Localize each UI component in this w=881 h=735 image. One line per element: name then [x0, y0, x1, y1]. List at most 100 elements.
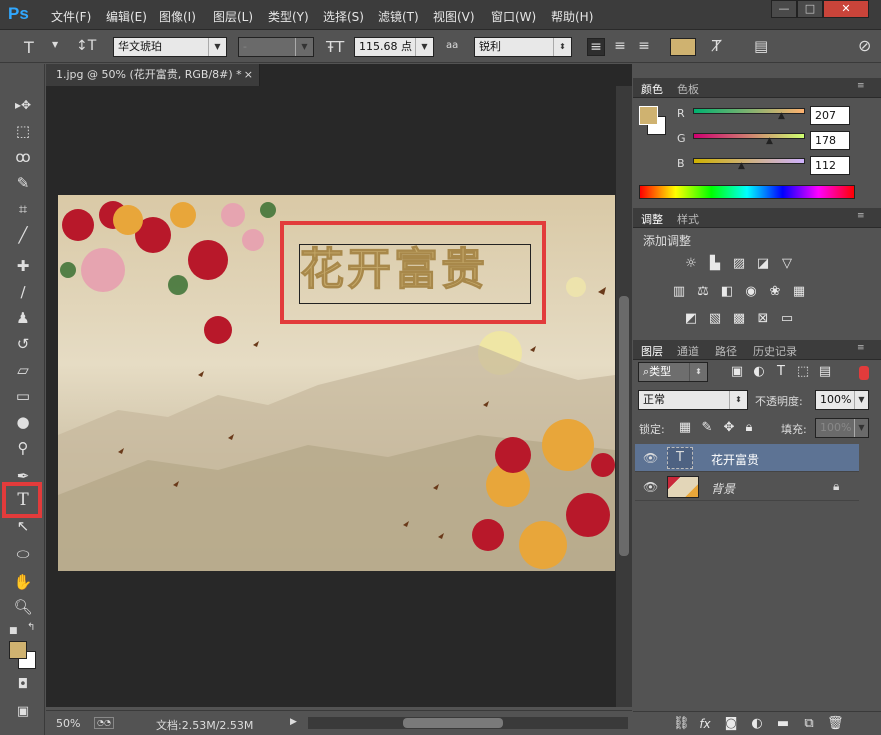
- r-value[interactable]: 207: [810, 106, 850, 125]
- exposure-icon[interactable]: ◪: [755, 257, 771, 271]
- filter-adjustment-icon[interactable]: ◐: [751, 365, 767, 379]
- gradient-map-icon[interactable]: ▭: [779, 312, 795, 326]
- font-family-select[interactable]: 华文琥珀 ▼: [113, 37, 227, 57]
- r-slider[interactable]: [693, 108, 805, 114]
- blend-mode-select[interactable]: 正常 ⬍: [638, 390, 748, 410]
- warp-text-icon[interactable]: Ⱦ: [712, 37, 721, 55]
- text-orientation-icon[interactable]: ↕T: [76, 38, 96, 54]
- eyedropper-tool-icon[interactable]: ╱: [12, 225, 34, 245]
- close-window-button[interactable]: ✕: [823, 0, 869, 18]
- hue-sat-icon[interactable]: ▥: [671, 285, 687, 299]
- b-value[interactable]: 112: [810, 156, 850, 175]
- levels-icon[interactable]: ▙: [707, 257, 723, 271]
- eye-icon[interactable]: 👁︎: [643, 480, 658, 494]
- panel-menu-icon[interactable]: ≡: [857, 81, 865, 91]
- menu-layer[interactable]: 图层(L): [213, 8, 253, 25]
- text-color-swatch[interactable]: [670, 38, 696, 56]
- fill-input[interactable]: 100% ▼: [815, 418, 869, 438]
- gradient-tool-icon[interactable]: ▭: [12, 386, 34, 406]
- new-group-icon[interactable]: ▬: [775, 717, 791, 731]
- color-fg-swatch[interactable]: [639, 106, 658, 125]
- b-slider[interactable]: [693, 158, 805, 164]
- lock-all-icon[interactable]: 🔒︎: [741, 421, 757, 435]
- maximize-button[interactable]: □: [797, 0, 823, 18]
- panel-menu-icon[interactable]: ≡: [857, 211, 865, 221]
- eraser-tool-icon[interactable]: ▱: [12, 360, 34, 380]
- layer-row-text[interactable]: 👁︎ T 花开富贵: [635, 444, 859, 472]
- layer-name-text[interactable]: 花开富贵: [711, 451, 759, 468]
- photo-filter-icon[interactable]: ◉: [743, 285, 759, 299]
- tab-channels[interactable]: 通道: [677, 343, 699, 359]
- filter-type-icon[interactable]: T: [773, 365, 789, 379]
- filter-shape-icon[interactable]: ⬚: [795, 365, 811, 379]
- menu-type[interactable]: 类型(Y): [268, 8, 309, 25]
- blur-tool-icon[interactable]: ●: [12, 412, 34, 432]
- menu-filter[interactable]: 滤镜(T): [378, 8, 419, 25]
- tab-history[interactable]: 历史记录: [753, 343, 797, 359]
- tab-color[interactable]: 颜色: [641, 81, 663, 97]
- panel-menu-icon[interactable]: ≡: [857, 343, 865, 353]
- menu-edit[interactable]: 编辑(E): [106, 8, 147, 25]
- scrollbar-thumb[interactable]: [619, 296, 629, 556]
- filter-pixel-icon[interactable]: ▣: [729, 365, 745, 379]
- filter-toggle-switch[interactable]: [859, 366, 869, 380]
- tab-adjustments[interactable]: 调整: [641, 211, 663, 227]
- dodge-tool-icon[interactable]: ⚲: [12, 438, 34, 458]
- color-spectrum[interactable]: [639, 185, 855, 199]
- posterize-icon[interactable]: ▧: [707, 312, 723, 326]
- stamp-tool-icon[interactable]: ♟: [12, 308, 34, 328]
- tab-styles[interactable]: 样式: [677, 211, 699, 227]
- type-tool-preset-icon[interactable]: T: [24, 38, 34, 57]
- zoom-tool-icon[interactable]: 🔍︎: [12, 597, 34, 617]
- quick-mask-icon[interactable]: ◘: [12, 675, 34, 695]
- layer-name-background[interactable]: 背景: [711, 480, 735, 497]
- selective-color-icon[interactable]: ⊠: [755, 312, 771, 326]
- r-slider-handle[interactable]: ▲: [778, 111, 785, 121]
- menu-select[interactable]: 选择(S): [323, 8, 364, 25]
- invert-icon[interactable]: ◩: [683, 312, 699, 326]
- trash-icon[interactable]: 🗑︎: [827, 717, 844, 731]
- brush-tool-icon[interactable]: ∕: [12, 282, 34, 302]
- zoom-level[interactable]: 50%: [56, 717, 80, 730]
- curves-icon[interactable]: ▨: [731, 257, 747, 271]
- g-value[interactable]: 178: [810, 131, 850, 150]
- threshold-icon[interactable]: ▩: [731, 312, 747, 326]
- path-select-tool-icon[interactable]: ↖: [12, 516, 34, 536]
- marquee-tool-icon[interactable]: ⬚: [12, 121, 34, 141]
- chevron-down-icon[interactable]: ▼: [52, 40, 58, 49]
- eye-icon[interactable]: 👁︎: [643, 451, 658, 465]
- ellipse-tool-icon[interactable]: ⬭: [12, 544, 34, 564]
- b-slider-handle[interactable]: ▲: [738, 161, 745, 171]
- color-balance-icon[interactable]: ⚖: [695, 285, 711, 299]
- g-slider[interactable]: [693, 133, 805, 139]
- crop-tool-icon[interactable]: ⌗: [12, 199, 34, 219]
- font-style-select[interactable]: - ▼: [238, 37, 314, 57]
- menu-file[interactable]: 文件(F): [51, 8, 91, 25]
- move-tool-icon[interactable]: ▸✥: [12, 95, 34, 115]
- g-slider-handle[interactable]: ▲: [766, 136, 773, 146]
- new-layer-icon[interactable]: ⧉: [801, 717, 817, 731]
- brightness-icon[interactable]: ☼: [683, 257, 699, 271]
- canvas-image[interactable]: 花开富贵: [58, 195, 615, 571]
- close-tab-icon[interactable]: ×: [244, 64, 253, 86]
- foreground-color-swatch[interactable]: [9, 641, 27, 659]
- healing-brush-tool-icon[interactable]: ✚: [12, 256, 34, 276]
- lock-pixels-icon[interactable]: ✎: [699, 421, 715, 435]
- tab-paths[interactable]: 路径: [715, 343, 737, 359]
- align-right-icon[interactable]: ≡: [635, 38, 653, 54]
- align-center-icon[interactable]: ≡: [611, 38, 629, 54]
- cancel-icon[interactable]: ⊘: [858, 36, 871, 55]
- horizontal-scrollbar[interactable]: [308, 717, 628, 729]
- menu-image[interactable]: 图像(I): [159, 8, 196, 25]
- color-lookup-icon[interactable]: ▦: [791, 285, 807, 299]
- screen-mode-icon[interactable]: ▣: [12, 702, 34, 722]
- vibrance-icon[interactable]: ▽: [779, 257, 795, 271]
- font-size-select[interactable]: 115.68 点 ▼: [354, 37, 434, 57]
- lasso-tool-icon[interactable]: ꝏ: [12, 147, 34, 167]
- minimize-button[interactable]: —: [771, 0, 797, 18]
- new-adjustment-icon[interactable]: ◐: [749, 717, 765, 731]
- menu-window[interactable]: 窗口(W): [491, 8, 536, 25]
- add-mask-icon[interactable]: ◙: [723, 717, 739, 731]
- status-menu-icon[interactable]: ▶: [290, 717, 297, 727]
- align-left-icon[interactable]: ≡: [587, 38, 605, 56]
